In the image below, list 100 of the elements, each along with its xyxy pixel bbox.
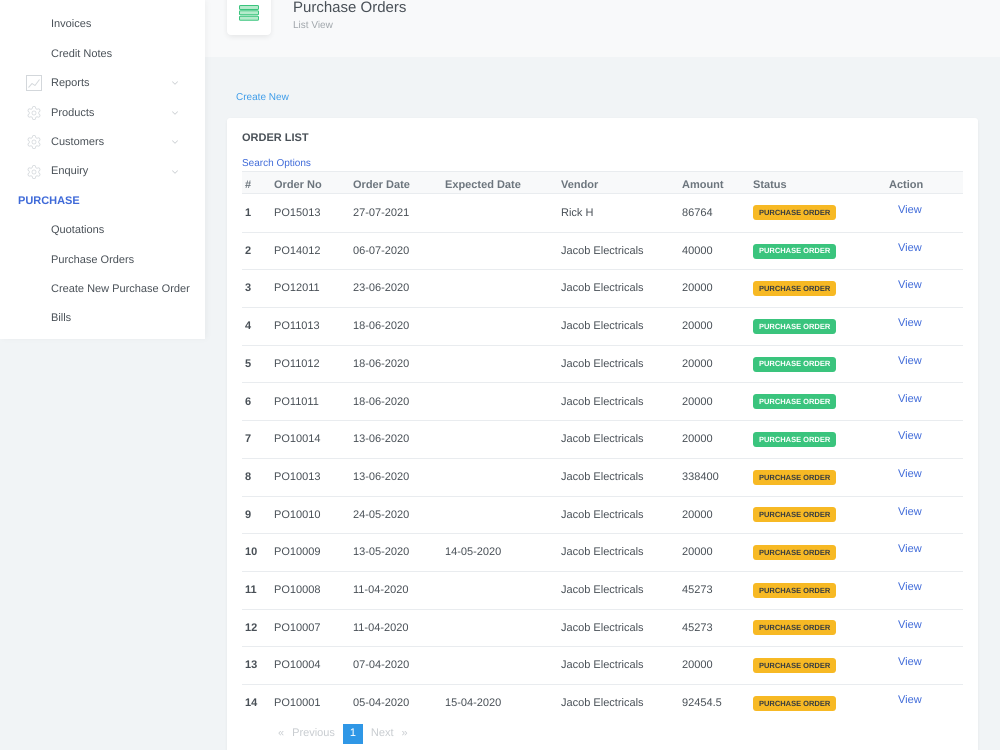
amount: 20000 [682,432,713,448]
order-date: 07-04-2020 [353,658,410,674]
view-link[interactable]: View [898,504,922,520]
row-number: 12 [245,620,258,636]
sidebar-menu-item[interactable]: Reports [51,75,90,92]
gear-icon [26,134,42,150]
sidebar-menu-item[interactable]: Products [51,104,94,122]
view-link[interactable]: View [898,202,922,218]
column-header: Amount [682,179,724,191]
vendor-name: Jacob Electricals [561,394,644,410]
order-number: PO14012 [274,244,320,259]
order-date: 27-07-2021 [353,206,410,221]
amount: 45273 [682,620,713,636]
view-link[interactable]: View [898,315,922,332]
line-chart-icon [26,75,42,92]
order-date: 18-06-2020 [353,394,410,410]
order-date: 11-04-2020 [353,582,408,598]
row-number: 3 [245,281,252,296]
vendor-name: Jacob Electricals [561,432,644,448]
sidebar-link[interactable]: Create New Purchase Order [51,280,190,298]
list-icon [239,5,259,21]
row-number: 8 [245,470,252,485]
amount: 40000 [682,244,713,259]
order-number: PO12011 [274,281,320,296]
amount: 20000 [682,508,713,523]
gear-icon [26,104,42,121]
page-title: Purchase Orders [293,0,406,15]
row-number: 14 [245,696,258,712]
column-header: Status [753,179,787,191]
row-number: 2 [245,244,252,259]
row-number: 7 [245,432,252,448]
amount: 20000 [682,356,713,372]
sidebar-link[interactable]: Invoices [51,16,92,33]
create-new-link[interactable]: Create New [236,92,289,103]
view-link[interactable]: View [898,654,922,671]
order-number: PO11012 [274,356,320,372]
sidebar-link[interactable]: Quotations [51,222,104,239]
view-link[interactable]: View [898,352,922,370]
view-link[interactable]: View [898,616,922,634]
vendor-name: Jacob Electricals [561,356,644,372]
amount: 20000 [682,281,713,296]
sidebar-link[interactable]: Purchase Orders [51,252,134,268]
order-number: PO11013 [274,319,320,334]
row-number: 4 [245,319,252,334]
sidebar-menu-item[interactable]: Customers [51,134,104,150]
order-number: PO10008 [274,582,320,598]
view-link[interactable]: View [898,240,922,256]
page-subtitle: List View [293,20,334,32]
order-number: PO10004 [274,658,320,674]
vendor-name: Jacob Electricals [561,658,644,674]
sidebar-link[interactable]: Credit Notes [51,46,112,62]
vendor-name: Jacob Electricals [561,545,644,560]
amount: 20000 [682,545,713,560]
order-number: PO10013 [274,470,320,485]
gear-icon [26,164,42,180]
column-header: Order No [274,179,322,191]
amount: 92454.5 [682,696,722,712]
row-number: 5 [245,356,252,372]
order-date: 05-04-2020 [353,696,410,712]
order-date: 23-06-2020 [353,281,410,296]
order-date: 18-06-2020 [353,319,410,334]
vendor-name: Jacob Electricals [561,582,644,598]
view-link[interactable]: View [898,277,922,294]
order-date: 13-06-2020 [353,432,410,448]
view-link[interactable]: View [898,541,922,558]
order-number: PO15013 [274,206,320,221]
expected-date: 14-05-2020 [445,545,502,560]
search-options-link[interactable]: Search Options [242,156,311,170]
view-link[interactable]: View [898,390,922,408]
vendor-name: Jacob Electricals [561,244,644,259]
vendor-name: Jacob Electricals [561,319,644,334]
row-number: 6 [245,394,252,410]
view-link[interactable]: View [898,466,922,482]
column-header: Order Date [353,179,410,191]
view-link[interactable]: View [898,692,922,709]
column-header: Vendor [561,179,598,191]
card-title: ORDER LIST [242,132,309,144]
row-number: 13 [245,658,258,674]
sidebar-menu-item[interactable]: Enquiry [51,163,88,180]
vendor-name: Jacob Electricals [561,470,644,485]
amount: 45273 [682,582,713,598]
order-number: PO10001 [274,696,320,712]
order-date: 18-06-2020 [353,356,410,372]
vendor-name: Rick H [561,206,594,221]
view-link[interactable]: View [898,578,922,596]
order-number: PO11011 [274,394,319,410]
view-link[interactable]: View [898,428,922,445]
order-number: PO10010 [274,508,320,523]
expected-date: 15-04-2020 [445,696,502,712]
order-number: PO10007 [274,620,320,636]
page-button[interactable]: 1 [342,724,363,744]
order-number: PO10014 [274,432,320,448]
amount: 20000 [682,658,713,674]
column-header: # [245,179,252,191]
vendor-name: Jacob Electricals [561,620,644,636]
sidebar-link[interactable]: Bills [51,310,72,327]
vendor-name: Jacob Electricals [561,696,644,712]
sidebar-heading: PURCHASE [18,194,80,209]
order-date: 24-05-2020 [353,508,410,523]
order-date: 06-07-2020 [353,244,410,259]
